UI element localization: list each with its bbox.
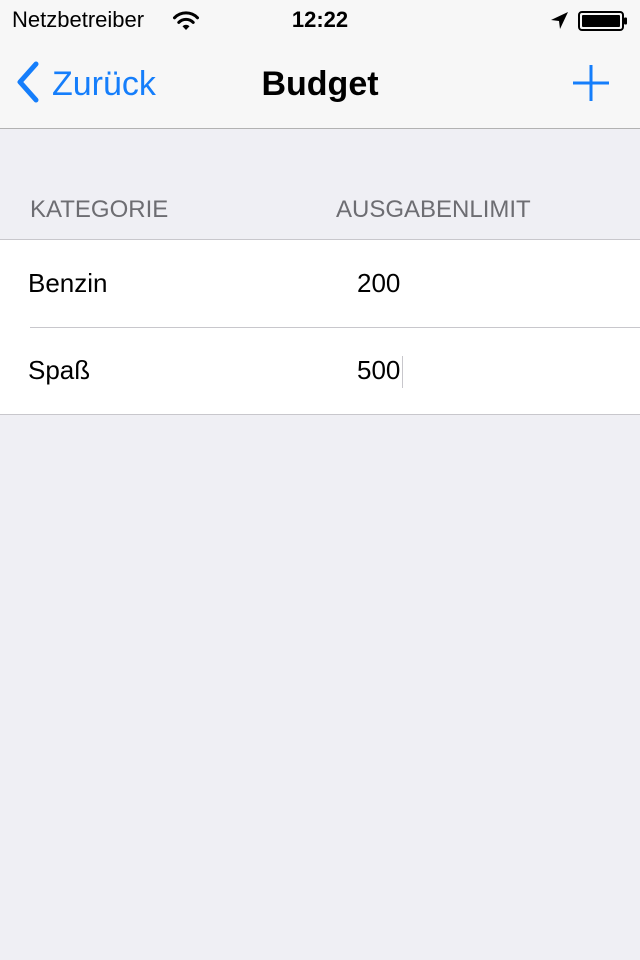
location-arrow-icon xyxy=(548,10,570,32)
category-cell: Spaß xyxy=(28,355,91,385)
limit-field[interactable]: 200 xyxy=(357,265,400,301)
navigation-bar: Zurück Budget xyxy=(0,40,640,129)
text-cursor xyxy=(402,356,404,389)
column-header-category: KATEGORIE xyxy=(30,196,169,223)
category-cell: Benzin xyxy=(28,268,108,298)
budget-table: Benzin 200 Spaß 500 xyxy=(0,239,640,415)
table-header: KATEGORIE AUSGABENLIMIT xyxy=(0,192,640,228)
status-bar: Netzbetreiber 12:22 xyxy=(0,0,640,40)
limit-field[interactable]: 500 xyxy=(357,352,404,389)
add-button[interactable] xyxy=(570,62,612,104)
limit-value: 200 xyxy=(357,268,401,298)
page-title: Budget xyxy=(261,65,379,103)
table-row[interactable]: Benzin 200 xyxy=(0,240,640,327)
limit-value: 500 xyxy=(357,355,401,385)
status-time: 12:22 xyxy=(291,7,349,32)
plus-icon xyxy=(570,65,612,108)
column-header-limit: AUSGABENLIMIT xyxy=(336,196,531,223)
battery-icon xyxy=(578,11,628,31)
table-row[interactable]: Spaß 500 xyxy=(0,327,640,414)
